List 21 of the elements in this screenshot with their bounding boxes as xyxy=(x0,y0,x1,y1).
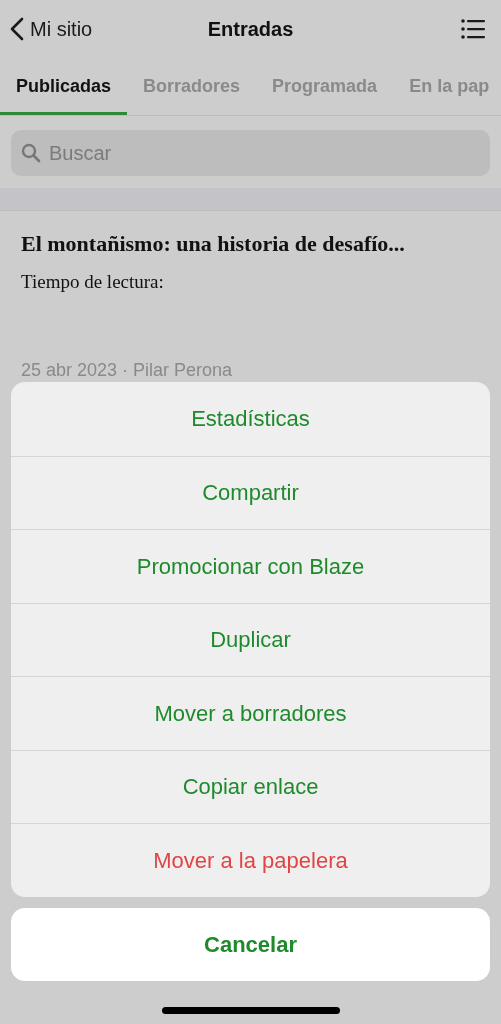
post-title: El montañismo: una historia de desafío... xyxy=(21,230,406,258)
action-item[interactable]: Copiar enlace xyxy=(11,749,490,823)
action-item[interactable]: Promocionar con Blaze xyxy=(11,529,490,603)
post-excerpt: Tiempo de lectura: xyxy=(21,270,165,294)
action-item[interactable]: Mover a la papelera xyxy=(11,823,490,897)
cancel-button[interactable]: Cancelar xyxy=(11,907,490,981)
list-icon[interactable] xyxy=(461,18,485,40)
post-meta: 25 abr 2023 · Pilar Perona xyxy=(21,358,234,382)
search-icon xyxy=(21,143,41,163)
chevron-left-icon xyxy=(10,17,24,41)
screen-title: Entradas xyxy=(207,17,294,42)
action-item[interactable]: Mover a borradores xyxy=(11,676,490,750)
tab[interactable]: En la pap xyxy=(393,58,501,115)
action-item[interactable]: Duplicar xyxy=(11,602,490,676)
action-item[interactable]: Estadísticas xyxy=(11,382,490,456)
tab[interactable]: Programada xyxy=(256,58,394,115)
action-item[interactable]: Compartir xyxy=(11,455,490,529)
back-button[interactable]: Mi sitio xyxy=(10,14,93,44)
tab[interactable]: Borradores xyxy=(127,58,257,115)
search-field[interactable]: Buscar xyxy=(11,130,490,176)
tab[interactable]: Publicadas xyxy=(0,58,128,115)
